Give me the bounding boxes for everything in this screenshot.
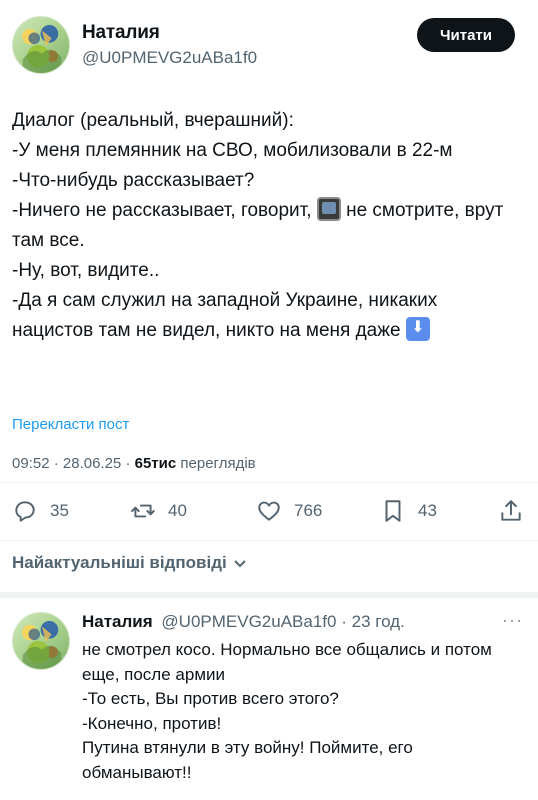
reply-icon bbox=[15, 501, 35, 522]
bookmark-button[interactable]: 43 bbox=[380, 496, 437, 526]
author-name[interactable]: Наталия bbox=[82, 22, 160, 44]
repost-button[interactable]: 40 bbox=[130, 496, 187, 526]
translate-post-link[interactable]: Перекласти пост bbox=[12, 416, 129, 433]
divider bbox=[0, 540, 538, 541]
divider bbox=[0, 482, 538, 483]
reply-author-name[interactable]: Наталия bbox=[82, 612, 153, 631]
action-bar: 35 40 766 43 bbox=[12, 496, 526, 526]
tv-emoji bbox=[316, 197, 341, 221]
section-divider bbox=[0, 592, 538, 598]
tweet-time[interactable]: 09:52 bbox=[12, 455, 50, 472]
bookmark-count: 43 bbox=[418, 501, 437, 520]
reply-handle-text: @U0PMEVG2uABa1f0 bbox=[161, 612, 337, 631]
share-button[interactable] bbox=[498, 496, 524, 526]
like-count: 766 bbox=[294, 501, 323, 520]
reply-header: Наталия @U0PMEVG2uABa1f0 · 23 год. bbox=[82, 612, 405, 632]
follow-button[interactable]: Читати bbox=[417, 18, 515, 52]
tweet-text-part2: не смотрите, врут там все. -Ну, вот, вид… bbox=[12, 200, 504, 341]
like-button[interactable]: 766 bbox=[256, 496, 322, 526]
replies-sort-label: Найактуальніші відповіді bbox=[12, 553, 227, 572]
repost-icon bbox=[131, 504, 155, 518]
chevron-down-icon bbox=[234, 560, 246, 568]
author-avatar[interactable] bbox=[12, 16, 70, 74]
reply-text: не смотрел косо. Нормально все общались … bbox=[82, 640, 492, 782]
reply-author-avatar[interactable] bbox=[12, 612, 70, 670]
tweet-text: Диалог (реальный, вчерашний): -У меня пл… bbox=[12, 106, 522, 346]
like-icon bbox=[258, 501, 280, 521]
tweet-meta: 09:52 · 28.06.25 · 65тис переглядів bbox=[12, 455, 256, 472]
reply-count: 35 bbox=[50, 501, 69, 520]
down-arrow-emoji bbox=[405, 317, 430, 341]
reply-button[interactable]: 35 bbox=[12, 496, 69, 526]
share-icon bbox=[501, 500, 521, 521]
repost-count: 40 bbox=[168, 501, 187, 520]
reply-author-handle[interactable]: @U0PMEVG2uABa1f0 · 23 год. bbox=[161, 612, 404, 631]
author-handle[interactable]: @U0PMEVG2uABa1f0 bbox=[82, 48, 257, 68]
reply-age: 23 год. bbox=[351, 612, 405, 631]
views-label: переглядів bbox=[180, 455, 256, 472]
tweet-date[interactable]: 28.06.25 bbox=[63, 455, 121, 472]
bookmark-icon bbox=[385, 500, 401, 522]
views-count[interactable]: 65тис bbox=[135, 455, 177, 472]
more-options-icon[interactable]: ··· bbox=[502, 610, 523, 631]
replies-sort-dropdown[interactable]: Найактуальніші відповіді bbox=[12, 553, 248, 573]
